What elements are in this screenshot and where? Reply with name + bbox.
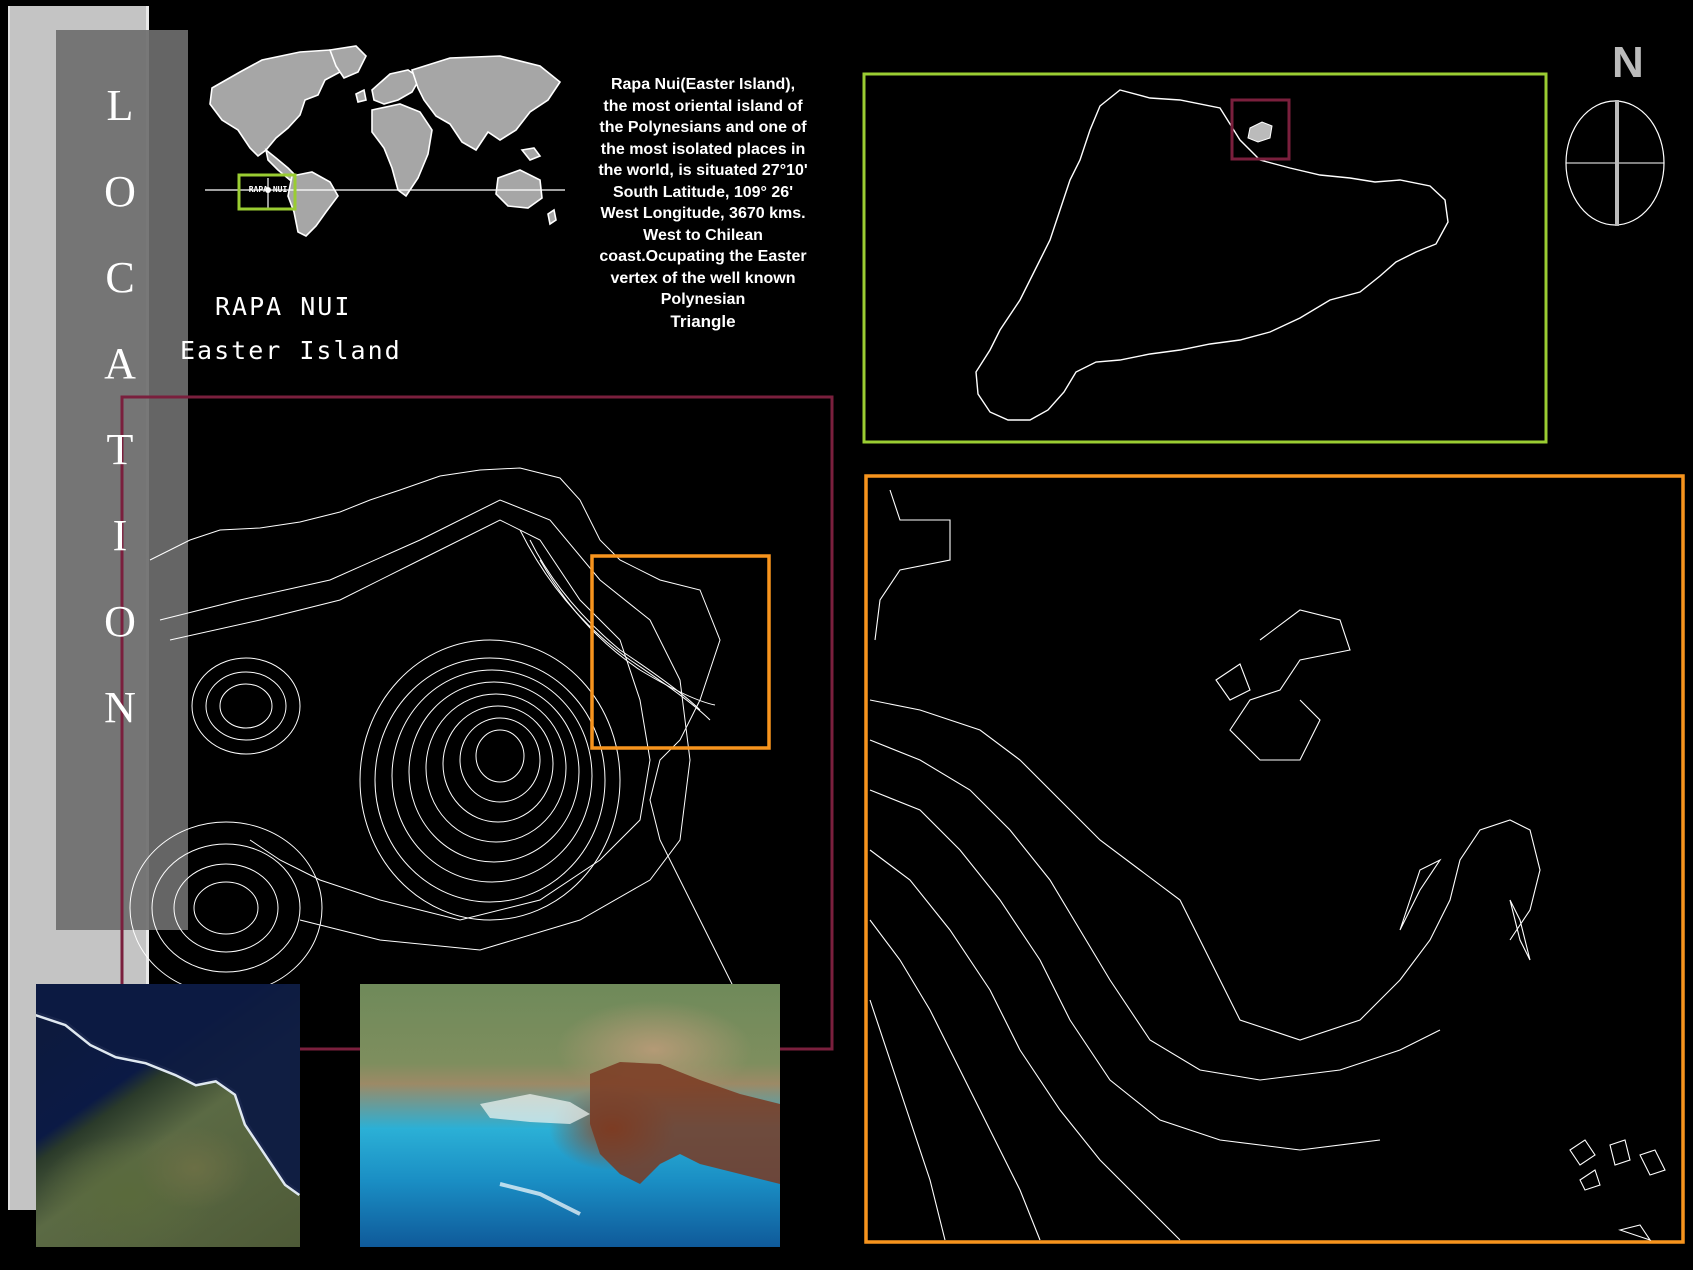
island-detail-marker-shape bbox=[1247, 121, 1273, 143]
side-title-letter-2: O bbox=[104, 167, 136, 216]
page-title: RAPA NUI bbox=[215, 292, 352, 321]
description-text: Rapa Nui(Easter Island), the most orient… bbox=[598, 76, 808, 308]
side-title-letter-1: L bbox=[106, 81, 134, 130]
side-title-letter-3: C bbox=[105, 253, 135, 302]
contour-map-frame bbox=[120, 395, 834, 1051]
side-title-letter-8: N bbox=[104, 683, 136, 732]
detail-contour-map bbox=[869, 489, 1666, 1242]
side-title-letter-6: I bbox=[112, 511, 128, 560]
satellite-photo bbox=[36, 984, 300, 1247]
compass bbox=[1565, 100, 1665, 226]
aerial-coast-photo bbox=[360, 984, 780, 1247]
side-title-letter-7: O bbox=[104, 597, 136, 646]
compass-north-label: N bbox=[1612, 38, 1644, 87]
side-title-letter-4: A bbox=[104, 339, 136, 388]
location-description: Rapa Nui(Easter Island), the most orient… bbox=[598, 74, 808, 333]
page-subtitle: Easter Island bbox=[180, 336, 402, 365]
description-emphasis: Triangle bbox=[670, 311, 736, 331]
contour-map bbox=[129, 467, 751, 1041]
world-map-location-label: RAPA NUI bbox=[248, 185, 288, 194]
side-title-letter-5: T bbox=[106, 425, 134, 474]
island-outline-frame bbox=[862, 72, 1548, 444]
island-outline bbox=[975, 89, 1449, 421]
